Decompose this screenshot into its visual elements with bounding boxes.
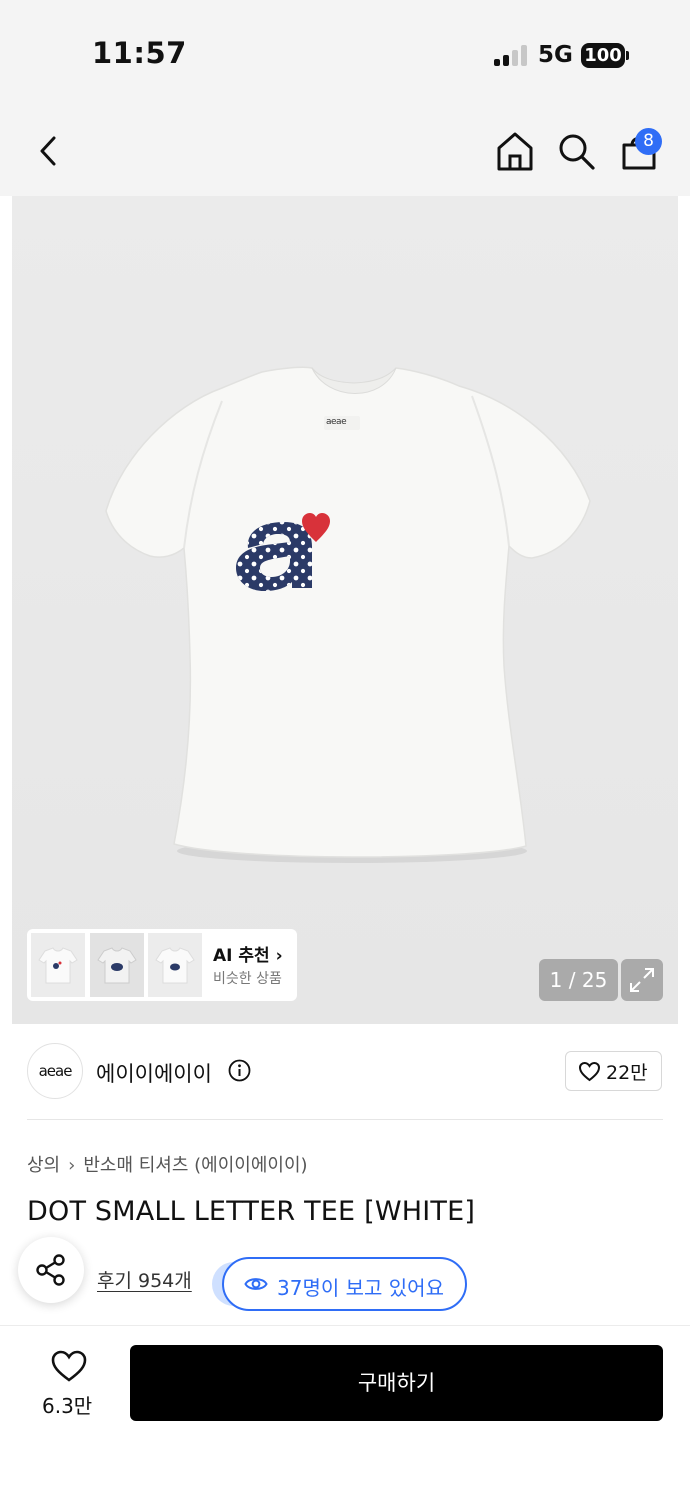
- expand-button[interactable]: [621, 959, 663, 1001]
- product-title: DOT SMALL LETTER TEE [WHITE]: [27, 1196, 476, 1227]
- shirt-label: aeae: [326, 417, 347, 427]
- divider: [27, 1119, 663, 1120]
- viewers-text: 37명이 보고 있어요: [277, 1276, 444, 1300]
- eye-icon: [244, 1278, 268, 1290]
- search-icon[interactable]: [556, 131, 596, 171]
- buy-button[interactable]: 구매하기: [130, 1345, 663, 1421]
- cart-count-badge: 8: [635, 128, 662, 155]
- info-icon[interactable]: [228, 1059, 251, 1082]
- battery-icon: [626, 51, 629, 60]
- breadcrumb: 상의 › 반소매 티셔츠 (에이이에이이): [27, 1151, 308, 1177]
- chevron-right-icon: ›: [68, 1155, 76, 1176]
- breadcrumb-item[interactable]: 상의: [27, 1151, 60, 1177]
- heart-icon: [578, 1061, 601, 1082]
- tshirt-image: [105, 366, 591, 863]
- brand-like-count: 22만: [606, 1062, 648, 1084]
- status-time: 11:57: [92, 36, 187, 70]
- brand-logo[interactable]: aeae: [27, 1043, 83, 1099]
- home-icon[interactable]: [495, 130, 535, 172]
- expand-icon: [630, 968, 654, 992]
- share-button[interactable]: [18, 1237, 84, 1303]
- breadcrumb-brand[interactable]: (에이이에이이): [194, 1151, 307, 1177]
- network-type: 5G: [538, 42, 573, 68]
- product-image[interactable]: aeae: [12, 196, 678, 1024]
- back-icon[interactable]: [36, 134, 62, 168]
- review-link[interactable]: 후기 954개: [97, 1266, 192, 1293]
- product-like-count: 6.3만: [42, 1394, 93, 1418]
- share-icon: [36, 1254, 65, 1286]
- image-counter: 1 / 25: [539, 959, 618, 1001]
- brand-name[interactable]: 에이이에이이: [96, 1058, 212, 1088]
- status-bar: 11:57 5G 100: [0, 0, 690, 100]
- ai-recommend-subtitle: 비슷한 상품: [213, 971, 282, 987]
- breadcrumb-item[interactable]: 반소매 티셔츠: [83, 1151, 188, 1177]
- recommend-thumbnail[interactable]: [31, 933, 85, 997]
- viewers-badge[interactable]: 37명이 보고 있어요: [222, 1257, 467, 1311]
- ai-recommend-title[interactable]: AI 추천 ›: [213, 941, 283, 966]
- recommend-thumbnail[interactable]: [90, 933, 144, 997]
- recommend-thumbnail[interactable]: [148, 933, 202, 997]
- battery-level: 100: [581, 43, 625, 68]
- signal-icon: [494, 44, 528, 66]
- heart-icon[interactable]: [50, 1349, 88, 1383]
